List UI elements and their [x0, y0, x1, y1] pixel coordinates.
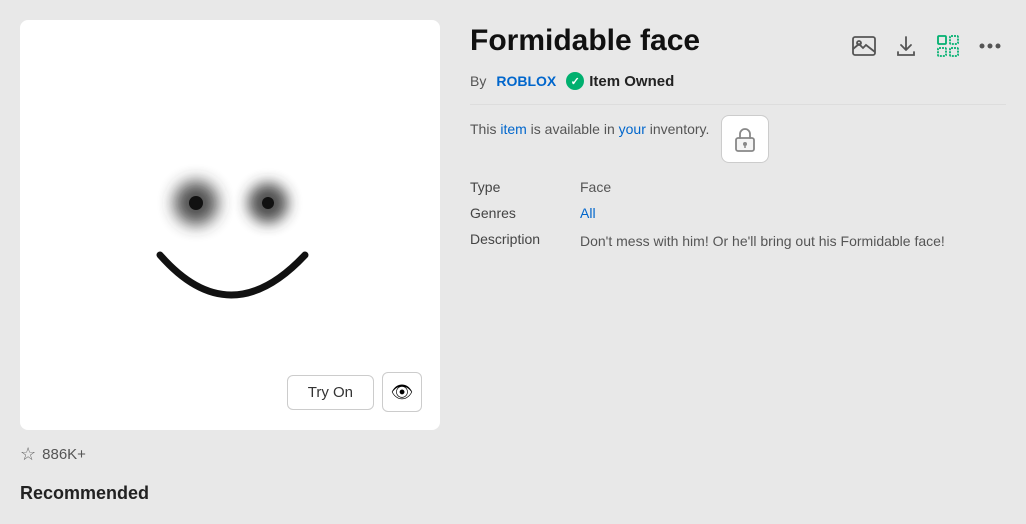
item-preview-box: Try On 👁: [20, 20, 440, 430]
customize-icon-button[interactable]: [932, 30, 964, 62]
recommended-label: Recommended: [20, 483, 440, 504]
by-label: By: [470, 73, 486, 89]
star-icon[interactable]: ☆: [20, 444, 36, 465]
details-table: Type Face Genres All Description Don't m…: [470, 179, 1006, 252]
customize-icon: [937, 35, 959, 57]
header-icons: [848, 30, 1006, 62]
lock-button[interactable]: [721, 115, 769, 163]
star-count: 886K+: [42, 446, 86, 463]
more-icon: [979, 43, 1001, 49]
item-header: Formidable face: [470, 24, 1006, 62]
availability-text: This item is available in your inventory…: [470, 119, 709, 140]
type-label: Type: [470, 179, 580, 195]
download-icon: [896, 35, 916, 57]
download-icon-button[interactable]: [890, 30, 922, 62]
genres-value[interactable]: All: [580, 205, 1006, 221]
lock-icon: [734, 126, 756, 152]
right-panel: Formidable face: [470, 20, 1006, 504]
more-icon-button[interactable]: [974, 30, 1006, 62]
genres-label: Genres: [470, 205, 580, 221]
item-stats: ☆ 886K+: [20, 440, 440, 469]
left-panel: Try On 👁 ☆ 886K+ Recommended: [20, 20, 440, 504]
owned-label: Item Owned: [589, 73, 674, 90]
item-highlight: item: [500, 121, 526, 137]
image-icon: [852, 36, 876, 56]
image-icon-button[interactable]: [848, 30, 880, 62]
eye-icon: 👁: [391, 382, 414, 403]
divider: [470, 104, 1006, 105]
your-highlight: your: [619, 121, 646, 137]
creator-link[interactable]: ROBLOX: [496, 73, 556, 89]
owned-badge: ✓ Item Owned: [566, 72, 674, 90]
try-on-area: Try On 👁: [287, 372, 422, 412]
type-value: Face: [580, 179, 1006, 195]
try-on-button[interactable]: Try On: [287, 375, 374, 410]
description-label: Description: [470, 231, 580, 252]
item-title: Formidable face: [470, 24, 700, 57]
description-value: Don't mess with him! Or he'll bring out …: [580, 231, 1006, 252]
owned-check-icon: ✓: [566, 72, 584, 90]
by-line: By ROBLOX ✓ Item Owned: [470, 72, 1006, 90]
face-illustration: [100, 95, 360, 355]
eye-button[interactable]: 👁: [382, 372, 422, 412]
